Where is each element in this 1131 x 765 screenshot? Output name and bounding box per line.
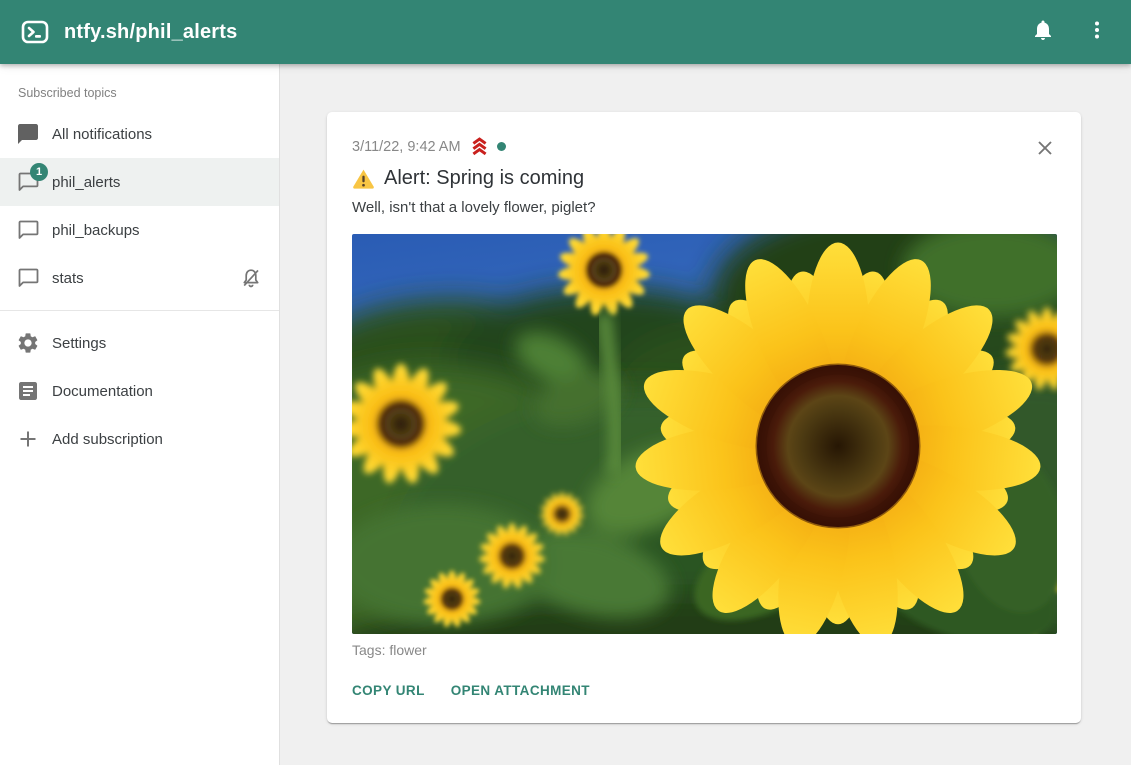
chat-bubble-outline-icon <box>16 218 40 242</box>
chat-bubble-outline-icon <box>16 266 40 290</box>
notification-card: 3/11/22, 9:42 AM Alert: Spring is coming <box>327 112 1081 723</box>
notification-body: Well, isn't that a lovely flower, piglet… <box>352 197 1056 218</box>
article-icon <box>16 379 40 403</box>
sidebar-item-label: Settings <box>52 335 106 352</box>
sidebar-item-settings[interactable]: Settings <box>0 319 279 367</box>
sidebar-item-add-subscription[interactable]: Add subscription <box>0 415 279 463</box>
sidebar-item-label: Documentation <box>52 383 153 400</box>
sidebar-item-phil-backups[interactable]: phil_backups <box>0 206 279 254</box>
attachment-image[interactable] <box>352 234 1057 634</box>
gear-icon <box>16 331 40 355</box>
close-notification-button[interactable] <box>1033 136 1057 160</box>
priority-max-icon <box>469 136 490 157</box>
overflow-menu-button[interactable] <box>1077 12 1117 52</box>
notification-title-row: Alert: Spring is coming <box>352 164 1056 192</box>
appbar: ntfy.sh/phil_alerts <box>0 0 1131 64</box>
sidebar-item-label: Add subscription <box>52 431 163 448</box>
chat-bubble-filled-icon <box>16 122 40 146</box>
plus-icon <box>16 427 40 451</box>
sidebar-item-label: phil_alerts <box>52 174 120 191</box>
sidebar-item-phil-alerts[interactable]: 1 phil_alerts <box>0 158 279 206</box>
sidebar-item-label: phil_backups <box>52 222 140 239</box>
bell-icon <box>1031 18 1055 47</box>
sidebar-divider <box>0 310 279 311</box>
notification-tags: Tags: flower <box>352 642 1056 659</box>
sidebar: Subscribed topics All notifications 1 ph… <box>0 64 280 765</box>
subscribed-topics-label: Subscribed topics <box>0 86 279 110</box>
bell-off-icon <box>239 266 263 290</box>
notification-meta: 3/11/22, 9:42 AM <box>352 136 1056 157</box>
sidebar-item-label: All notifications <box>52 126 152 143</box>
notification-title: Alert: Spring is coming <box>384 164 584 192</box>
sidebar-item-documentation[interactable]: Documentation <box>0 367 279 415</box>
sidebar-item-label: stats <box>52 270 84 287</box>
open-attachment-button[interactable]: OPEN ATTACHMENT <box>451 683 590 698</box>
notifications-bell-button[interactable] <box>1023 12 1063 52</box>
copy-url-button[interactable]: COPY URL <box>352 683 425 698</box>
sidebar-item-stats[interactable]: stats <box>0 254 279 302</box>
notification-timestamp: 3/11/22, 9:42 AM <box>352 137 461 157</box>
kebab-menu-icon <box>1085 18 1109 47</box>
sidebar-item-all-notifications[interactable]: All notifications <box>0 110 279 158</box>
unread-count-badge: 1 <box>30 163 48 181</box>
terminal-logo-icon <box>21 18 49 46</box>
unread-dot-icon <box>497 142 506 151</box>
page-title: ntfy.sh/phil_alerts <box>64 21 237 44</box>
warning-triangle-icon <box>352 167 375 190</box>
notification-actions: COPY URL OPEN ATTACHMENT <box>352 683 1056 698</box>
chat-bubble-outline-icon: 1 <box>16 170 40 194</box>
